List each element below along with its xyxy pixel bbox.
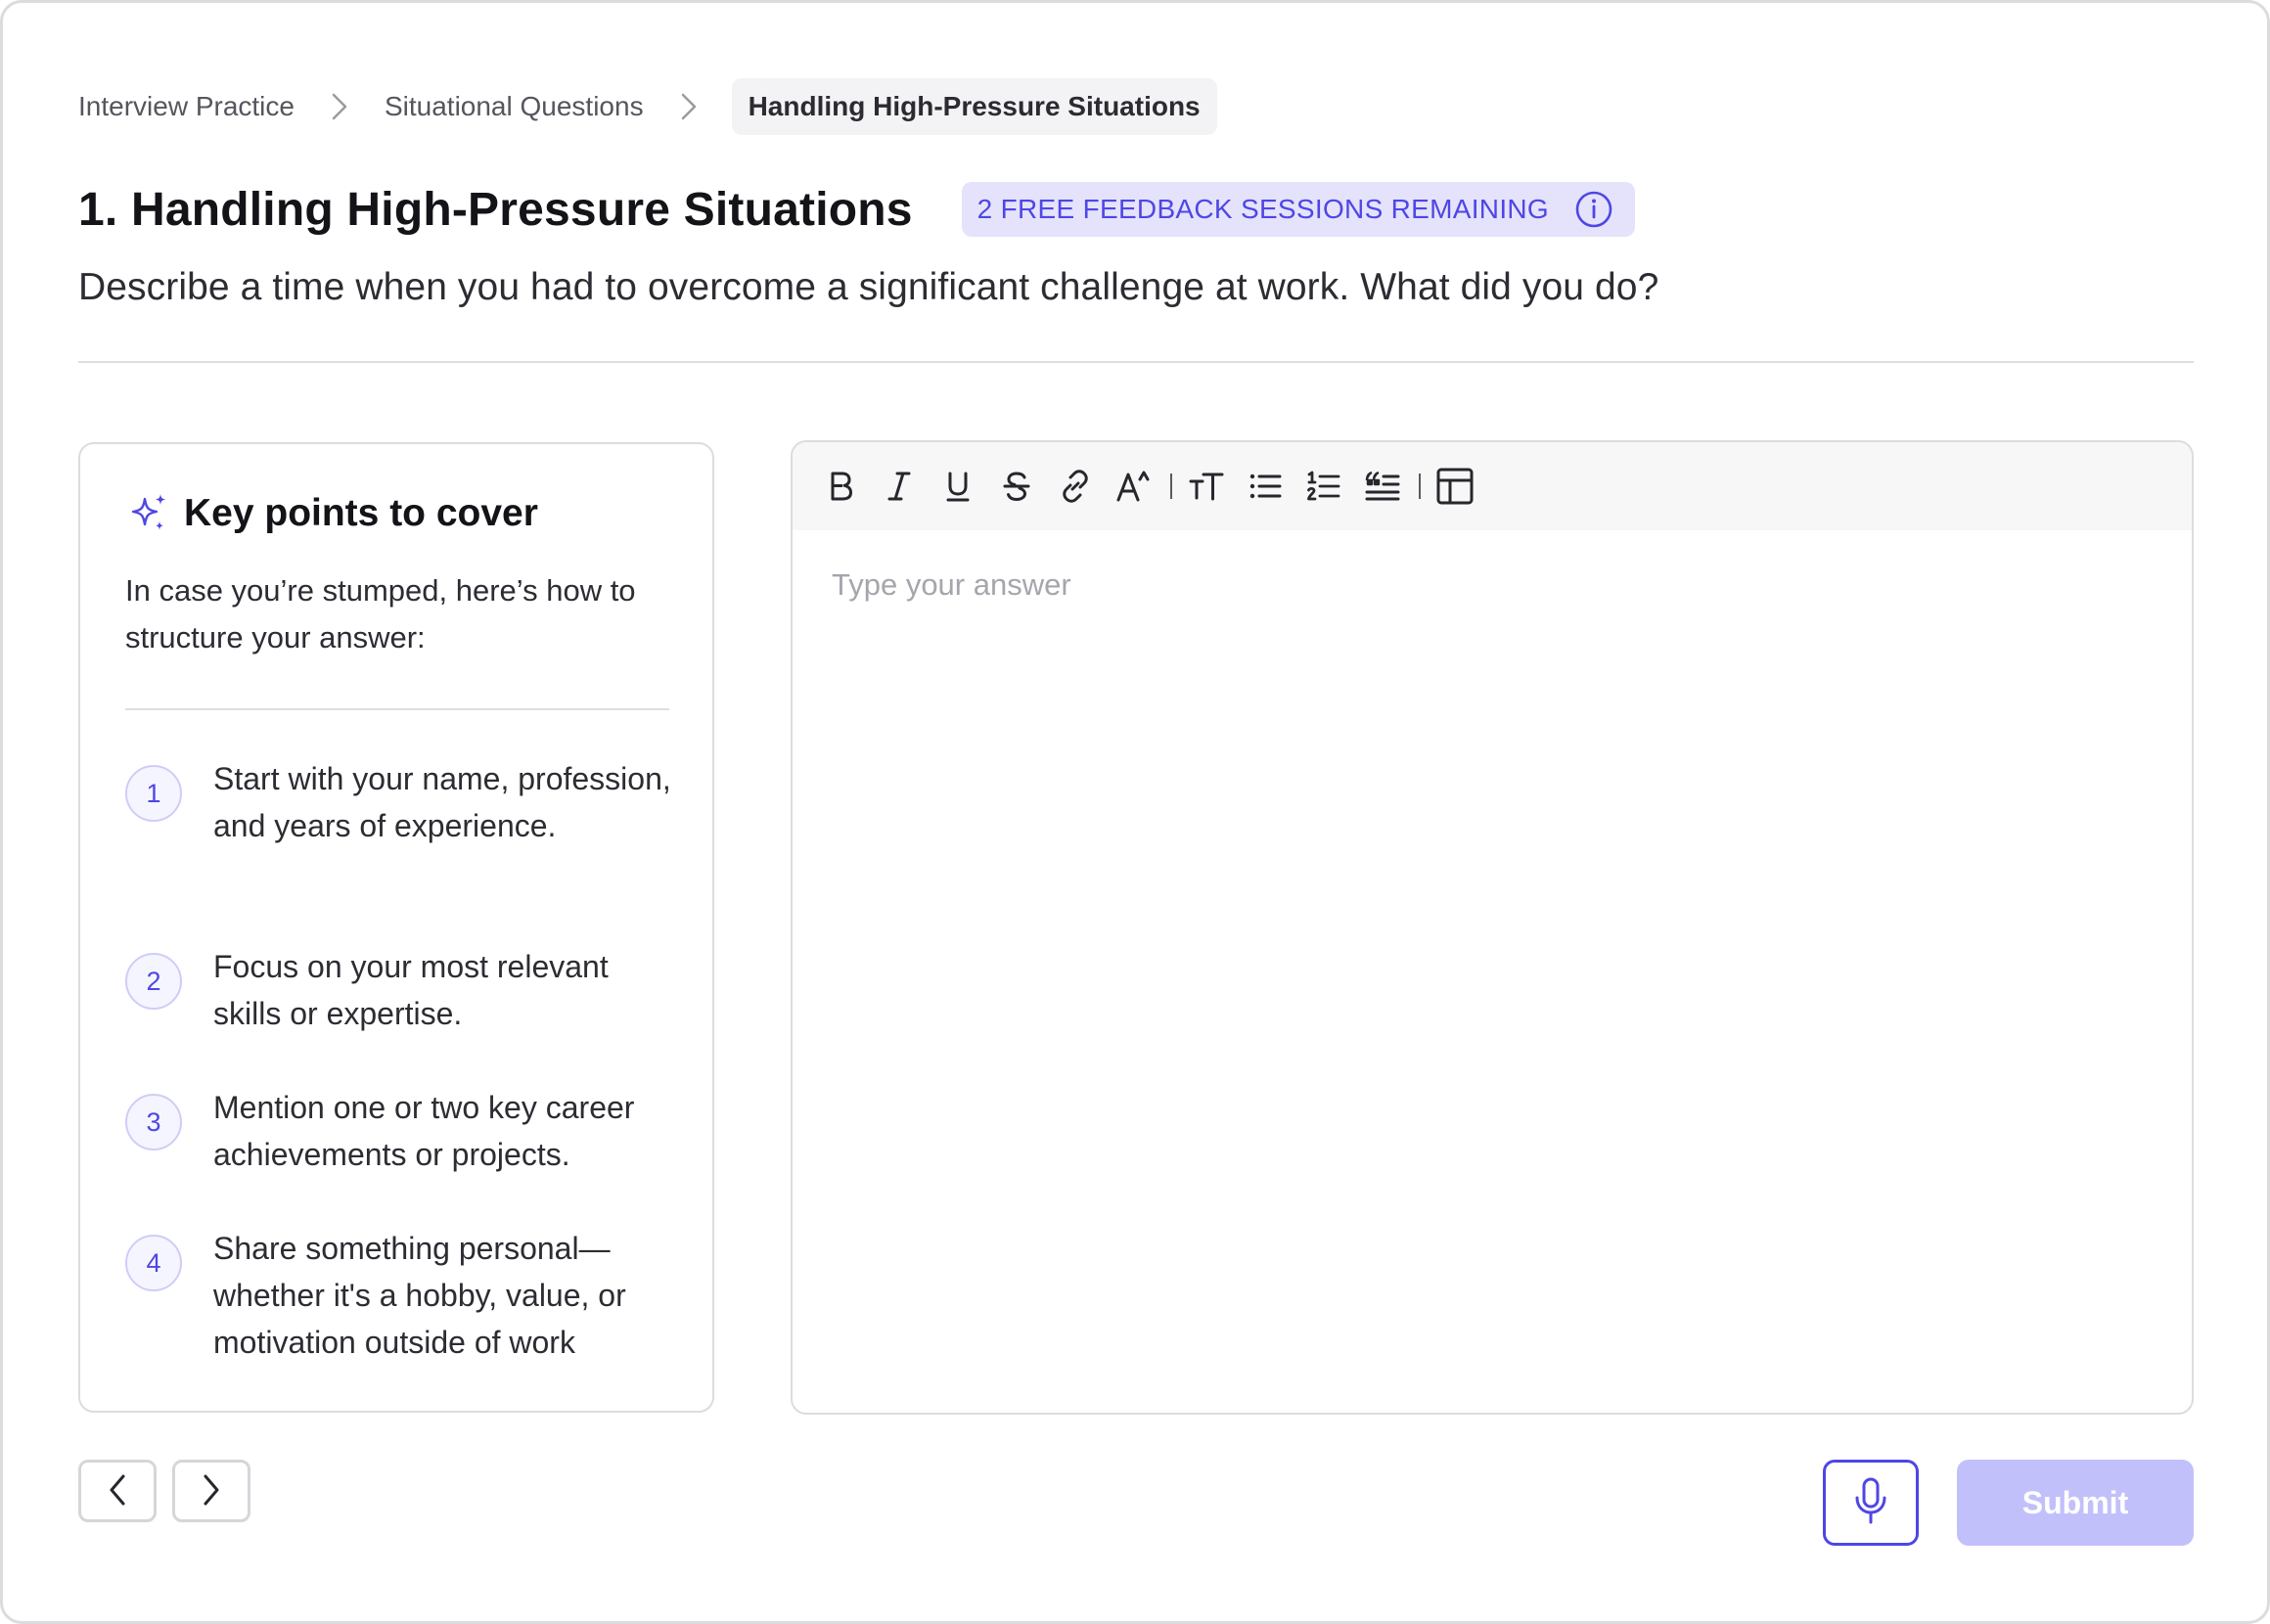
feedback-sessions-badge: 2 FREE FEEDBACK SESSIONS REMAINING xyxy=(961,182,1635,237)
bullet-list-icon[interactable] xyxy=(1243,464,1288,509)
answer-input[interactable] xyxy=(832,567,2143,1370)
chevron-right-icon xyxy=(201,1472,222,1511)
microphone-button[interactable] xyxy=(1823,1460,1919,1546)
key-points-intro: In case you’re stumped, here’s how to st… xyxy=(125,573,636,654)
answer-editor xyxy=(791,440,2194,1415)
italic-icon[interactable] xyxy=(877,464,922,509)
step-text: Mention one or two key career achievemen… xyxy=(213,1090,635,1172)
list-item: 4 Share something personal—whether it's … xyxy=(125,1225,673,1366)
step-number: 2 xyxy=(125,953,182,1010)
text-style-icon[interactable] xyxy=(1184,464,1229,509)
list-item: 1 Start with your name, profession, and … xyxy=(125,755,673,849)
page-title: 1. Handling High-Pressure Situations xyxy=(78,183,913,236)
step-number: 4 xyxy=(125,1235,182,1291)
bold-icon[interactable] xyxy=(818,464,863,509)
chevron-left-icon xyxy=(107,1472,128,1511)
key-points-header: Key points to cover xyxy=(127,491,538,536)
underline-icon[interactable] xyxy=(935,464,980,509)
toolbar-divider xyxy=(1170,474,1172,499)
toolbar-divider xyxy=(1419,474,1421,499)
strikethrough-icon[interactable] xyxy=(994,464,1039,509)
step-text: Share something personal—whether it's a … xyxy=(213,1231,626,1360)
title-row: 1. Handling High-Pressure Situations 2 F… xyxy=(78,178,1635,241)
font-size-icon[interactable] xyxy=(1112,464,1157,509)
question-text: Describe a time when you had to overcome… xyxy=(78,266,1659,308)
next-button[interactable] xyxy=(172,1460,250,1522)
info-icon[interactable] xyxy=(1574,190,1613,229)
submit-button[interactable]: Submit xyxy=(1957,1460,2194,1546)
feedback-sessions-label: 2 FREE FEEDBACK SESSIONS REMAINING xyxy=(976,194,1549,224)
key-points-divider xyxy=(125,708,669,710)
breadcrumb-current: Handling High-Pressure Situations xyxy=(731,78,1217,135)
breadcrumb-interview-practice[interactable]: Interview Practice xyxy=(78,91,295,122)
table-icon[interactable] xyxy=(1432,464,1477,509)
breadcrumb-situational-questions[interactable]: Situational Questions xyxy=(385,91,644,122)
breadcrumb: Interview Practice Situational Questions… xyxy=(78,78,1217,135)
key-points-card: Key points to cover In case you’re stump… xyxy=(78,442,714,1413)
sparkle-icon xyxy=(127,491,172,536)
quote-icon[interactable] xyxy=(1360,464,1405,509)
step-text: Start with your name, profession, and ye… xyxy=(213,761,671,843)
key-points-title: Key points to cover xyxy=(184,492,538,534)
link-icon[interactable] xyxy=(1053,464,1098,509)
previous-button[interactable] xyxy=(78,1460,157,1522)
header-divider xyxy=(78,361,2194,363)
chevron-right-icon xyxy=(673,91,704,122)
step-number: 3 xyxy=(125,1094,182,1150)
numbered-list-icon[interactable] xyxy=(1301,464,1346,509)
list-item: 2 Focus on your most relevant skills or … xyxy=(125,943,673,1037)
step-text: Focus on your most relevant skills or ex… xyxy=(213,949,609,1031)
chevron-right-icon xyxy=(324,91,355,122)
microphone-icon xyxy=(1851,1476,1890,1530)
editor-toolbar xyxy=(793,442,2192,530)
list-item: 3 Mention one or two key career achievem… xyxy=(125,1084,673,1178)
step-number: 1 xyxy=(125,765,182,822)
